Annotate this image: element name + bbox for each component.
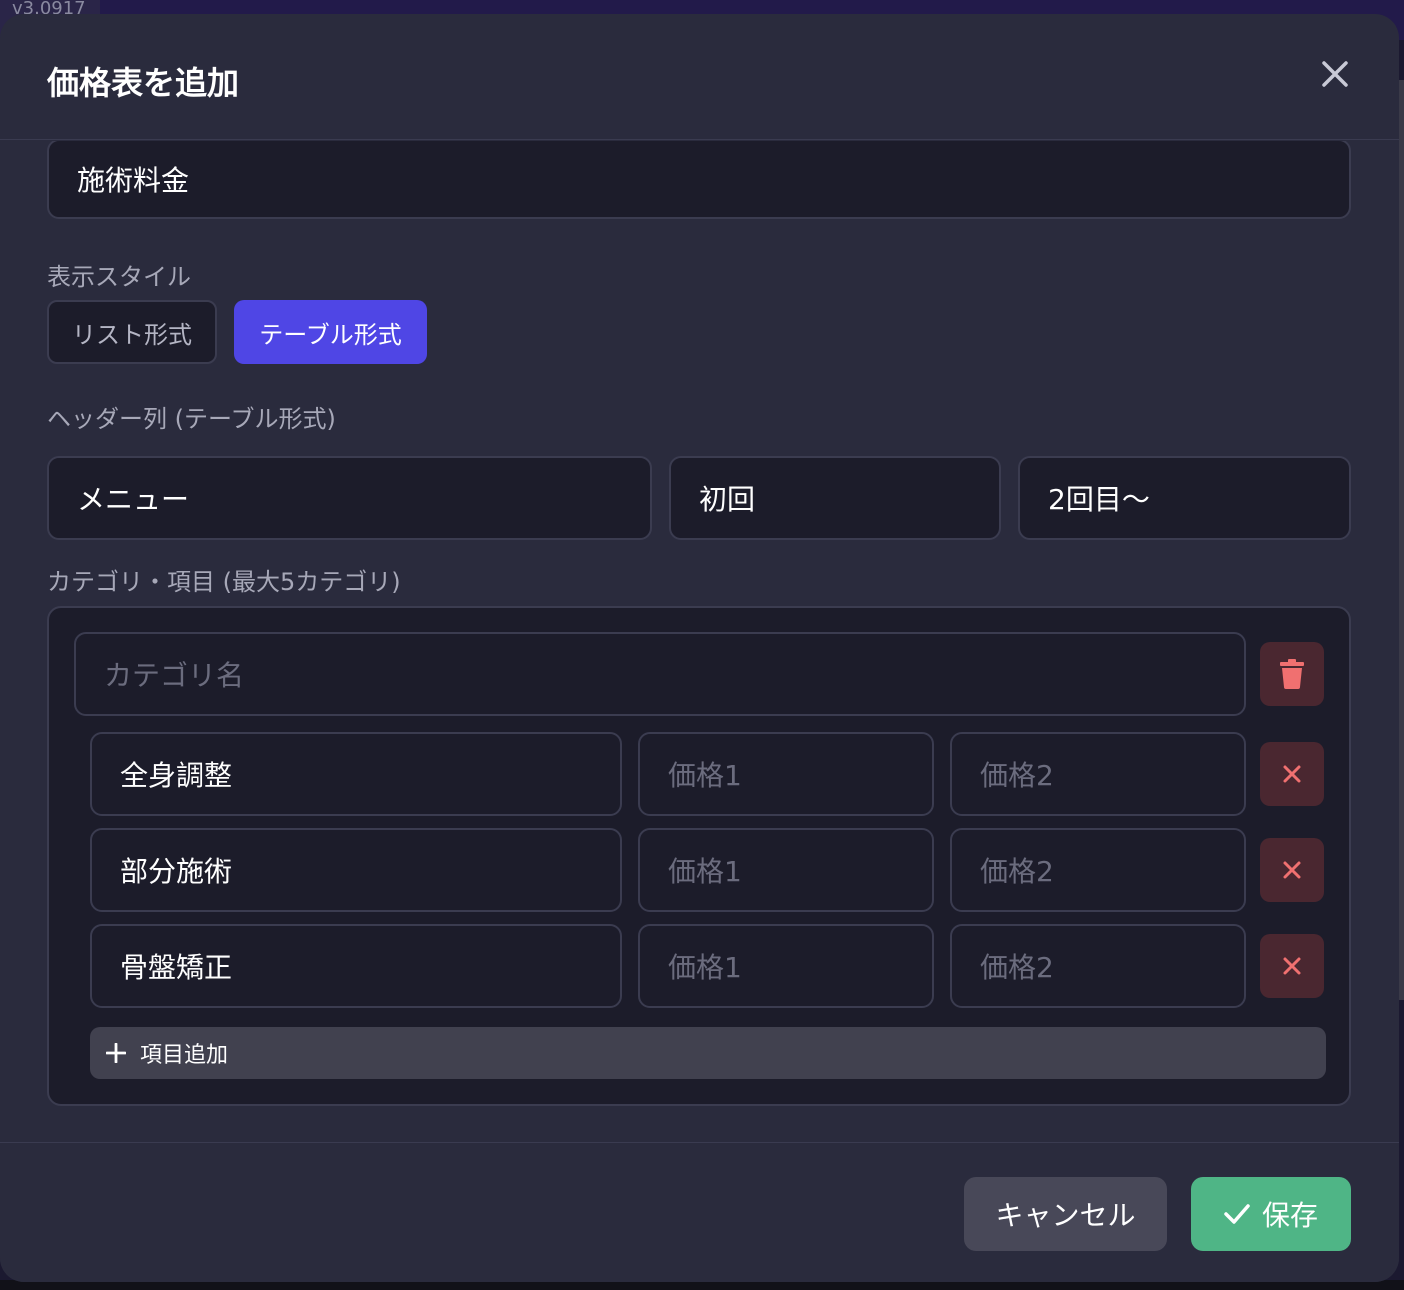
item-row: 部分施術 価格1 価格2 — [49, 828, 1349, 912]
header-column-3-input[interactable]: 2回目〜 — [1018, 456, 1351, 540]
trash-icon — [1280, 659, 1304, 689]
modal-footer: キャンセル 保存 — [0, 1142, 1399, 1282]
category-name-input[interactable]: カテゴリ名 — [74, 632, 1246, 716]
item-price2-input[interactable]: 価格2 — [950, 924, 1246, 1008]
item-price2-input[interactable]: 価格2 — [950, 732, 1246, 816]
modal-title: 価格表を追加 — [47, 64, 240, 102]
item-price2-input[interactable]: 価格2 — [950, 828, 1246, 912]
save-button[interactable]: 保存 — [1191, 1177, 1351, 1251]
check-icon — [1224, 1203, 1250, 1225]
item-price1-input[interactable]: 価格1 — [638, 828, 934, 912]
table-style-button[interactable]: テーブル形式 — [234, 300, 427, 364]
list-style-button[interactable]: リスト形式 — [47, 300, 217, 364]
add-price-table-modal: 価格表を追加 施術料金 表示スタイル リスト形式 テーブル形式 ヘッダー列 (テ… — [0, 14, 1399, 1282]
x-icon — [1283, 957, 1301, 975]
delete-item-button[interactable] — [1260, 838, 1324, 902]
close-icon — [1322, 61, 1348, 87]
item-row: 骨盤矯正 価格1 価格2 — [49, 924, 1349, 1008]
item-price1-input[interactable]: 価格1 — [638, 924, 934, 1008]
item-price1-input[interactable]: 価格1 — [638, 732, 934, 816]
item-name-input[interactable]: 全身調整 — [90, 732, 622, 816]
modal-body: 施術料金 表示スタイル リスト形式 テーブル形式 ヘッダー列 (テーブル形式) … — [0, 141, 1399, 1143]
item-row: 全身調整 価格1 価格2 — [49, 732, 1349, 816]
x-icon — [1283, 861, 1301, 879]
delete-category-button[interactable] — [1260, 642, 1324, 706]
categories-label: カテゴリ・項目 (最大5カテゴリ) — [47, 568, 401, 596]
header-column-1-input[interactable]: メニュー — [47, 456, 652, 540]
delete-item-button[interactable] — [1260, 934, 1324, 998]
cancel-button[interactable]: キャンセル — [964, 1177, 1167, 1251]
header-columns-label: ヘッダー列 (テーブル形式) — [47, 405, 336, 433]
category-card: カテゴリ名 全身調整 価格1 価格2 部分施術 価格1 価格2 骨盤矯正 価格1… — [47, 606, 1351, 1106]
plus-icon — [106, 1043, 126, 1063]
add-item-button[interactable]: 項目追加 — [90, 1027, 1326, 1079]
item-name-input[interactable]: 骨盤矯正 — [90, 924, 622, 1008]
close-button[interactable] — [1317, 56, 1353, 92]
x-icon — [1283, 765, 1301, 783]
add-item-label: 項目追加 — [140, 1043, 229, 1068]
delete-item-button[interactable] — [1260, 742, 1324, 806]
save-label: 保存 — [1261, 1199, 1318, 1232]
item-name-input[interactable]: 部分施術 — [90, 828, 622, 912]
header-column-2-input[interactable]: 初回 — [669, 456, 1001, 540]
modal-header: 価格表を追加 — [0, 14, 1399, 140]
display-style-label: 表示スタイル — [47, 263, 191, 291]
table-name-input[interactable]: 施術料金 — [47, 141, 1351, 219]
